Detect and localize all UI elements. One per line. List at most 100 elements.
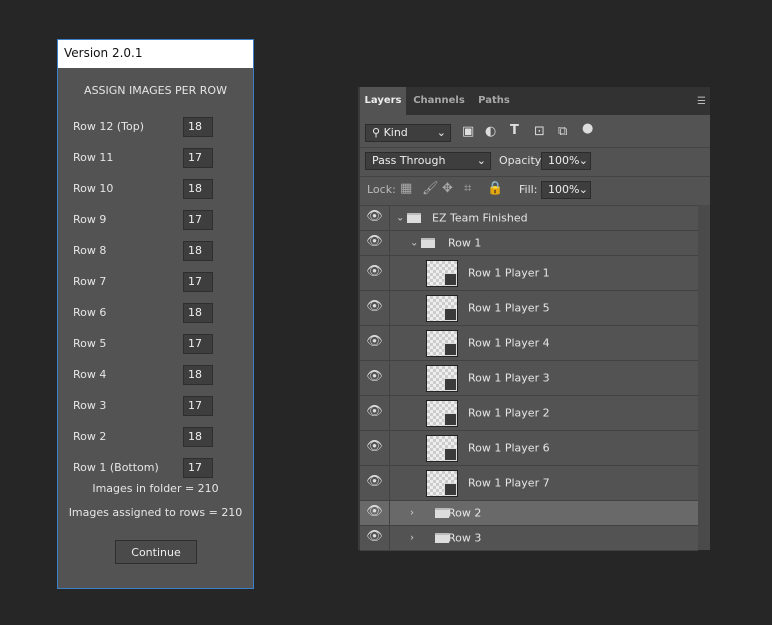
- layer-name: EZ Team Finished: [432, 211, 528, 225]
- chevron-right-icon[interactable]: ›: [410, 508, 414, 519]
- filter-toggle-icon[interactable]: ●: [582, 121, 593, 136]
- fill-label: Fill:: [519, 183, 538, 196]
- row-assignment: Row 12 (Top) 18: [73, 117, 213, 137]
- lock-label: Lock:: [367, 183, 396, 196]
- layer-thumbnail: [426, 260, 458, 287]
- opacity-value: 100%: [548, 154, 580, 167]
- chevron-down-icon: ⌄: [476, 154, 486, 167]
- layer-name: Row 2: [448, 506, 482, 520]
- layer-name: Row 1: [448, 236, 482, 250]
- layer-group[interactable]: 👁 › Row 2: [360, 501, 698, 526]
- folder-icon: [435, 508, 449, 518]
- row-count-input[interactable]: 17: [183, 272, 213, 292]
- lock-all-icon[interactable]: 🔒: [487, 181, 503, 196]
- filter-kind-value: Kind: [383, 126, 408, 139]
- tab-layers[interactable]: Layers: [360, 87, 406, 115]
- lock-brush-icon[interactable]: 🖌: [422, 181, 439, 196]
- layer-item[interactable]: 👁 Row 1 Player 7: [360, 466, 698, 501]
- fill-input[interactable]: 100% ⌄: [541, 181, 591, 199]
- fill-value: 100%: [548, 183, 580, 196]
- continue-button[interactable]: Continue: [115, 540, 197, 564]
- layers-scrollbar[interactable]: [698, 205, 710, 550]
- visibility-eye-icon[interactable]: 👁: [360, 231, 390, 255]
- row-count-input[interactable]: 18: [183, 427, 213, 447]
- blend-mode-value: Pass Through: [372, 154, 446, 167]
- layer-name: Row 1 Player 6: [468, 441, 550, 455]
- smart-object-icon: [444, 413, 457, 426]
- chevron-down-icon[interactable]: ⌄: [410, 238, 418, 249]
- tab-paths[interactable]: Paths: [472, 87, 516, 115]
- row-count-input[interactable]: 18: [183, 365, 213, 385]
- visibility-eye-icon[interactable]: 👁: [360, 466, 390, 500]
- smart-object-icon: [444, 483, 457, 496]
- layer-item[interactable]: 👁 Row 1 Player 2: [360, 396, 698, 431]
- row-label: Row 3: [73, 399, 107, 412]
- blend-mode-select[interactable]: Pass Through ⌄: [365, 152, 491, 170]
- row-label: Row 1 (Bottom): [73, 461, 159, 474]
- smart-object-icon: [444, 343, 457, 356]
- visibility-eye-icon[interactable]: 👁: [360, 326, 390, 360]
- shape-filter-icon[interactable]: ⊡: [534, 124, 545, 139]
- chevron-down-icon: ⌄: [578, 183, 588, 196]
- adjustment-filter-icon[interactable]: ◐: [485, 124, 496, 139]
- dialog-title: Version 2.0.1: [58, 40, 253, 68]
- lock-move-icon[interactable]: ✥: [442, 181, 453, 196]
- lock-artboard-icon[interactable]: ⌗: [464, 181, 471, 196]
- layer-name: Row 1 Player 4: [468, 336, 550, 350]
- opacity-input[interactable]: 100% ⌄: [541, 152, 591, 170]
- row-count-input[interactable]: 17: [183, 334, 213, 354]
- visibility-eye-icon[interactable]: 👁: [360, 206, 390, 230]
- visibility-eye-icon[interactable]: 👁: [360, 396, 390, 430]
- row-assignment: Row 10 18: [73, 179, 213, 199]
- tab-channels[interactable]: Channels: [408, 87, 470, 115]
- row-assignment: Row 3 17: [73, 396, 213, 416]
- lock-transparency-icon[interactable]: ▦: [400, 181, 412, 196]
- visibility-eye-icon[interactable]: 👁: [360, 501, 390, 525]
- type-filter-icon[interactable]: T: [510, 123, 519, 138]
- row-count-input[interactable]: 18: [183, 303, 213, 323]
- row-assignment: Row 2 18: [73, 427, 213, 447]
- row-count-input[interactable]: 17: [183, 210, 213, 230]
- row-assignment: Row 1 (Bottom) 17: [73, 458, 213, 478]
- layer-item[interactable]: 👁 Row 1 Player 4: [360, 326, 698, 361]
- row-count-input[interactable]: 17: [183, 396, 213, 416]
- row-assignment: Row 5 17: [73, 334, 213, 354]
- smart-object-icon: [444, 378, 457, 391]
- row-count-input[interactable]: 18: [183, 179, 213, 199]
- row-label: Row 12 (Top): [73, 120, 145, 133]
- chevron-right-icon[interactable]: ›: [410, 533, 414, 544]
- layer-thumbnail: [426, 400, 458, 427]
- layer-item[interactable]: 👁 Row 1 Player 5: [360, 291, 698, 326]
- row-count-input[interactable]: 18: [183, 117, 213, 137]
- row-count-input[interactable]: 17: [183, 148, 213, 168]
- visibility-eye-icon[interactable]: 👁: [360, 291, 390, 325]
- opacity-label: Opacity:: [499, 154, 545, 167]
- smart-object-filter-icon[interactable]: ⧉: [558, 124, 567, 139]
- layer-thumbnail: [426, 435, 458, 462]
- layers-panel: Layers Channels Paths ☰ ⚲ Kind ⌄ ▣ ◐ T ⊡ …: [358, 87, 710, 551]
- layer-group[interactable]: 👁 ⌄ EZ Team Finished: [360, 206, 698, 231]
- folder-icon: [407, 213, 421, 223]
- visibility-eye-icon[interactable]: 👁: [360, 526, 390, 550]
- layer-group[interactable]: 👁 › Row 3: [360, 526, 698, 551]
- dialog-heading: ASSIGN IMAGES PER ROW: [84, 84, 227, 97]
- layer-item[interactable]: 👁 Row 1 Player 3: [360, 361, 698, 396]
- visibility-eye-icon[interactable]: 👁: [360, 431, 390, 465]
- layer-item[interactable]: 👁 Row 1 Player 6: [360, 431, 698, 466]
- panel-menu-icon[interactable]: ☰: [697, 96, 706, 107]
- layer-group[interactable]: 👁 ⌄ Row 1: [360, 231, 698, 256]
- panel-tabs: Layers Channels Paths ☰: [360, 87, 710, 115]
- smart-object-icon: [444, 308, 457, 321]
- row-count-input[interactable]: 17: [183, 458, 213, 478]
- filter-kind-select[interactable]: ⚲ Kind ⌄: [365, 124, 451, 142]
- row-assignment: Row 6 18: [73, 303, 213, 323]
- visibility-eye-icon[interactable]: 👁: [360, 256, 390, 290]
- row-label: Row 10: [73, 182, 114, 195]
- visibility-eye-icon[interactable]: 👁: [360, 361, 390, 395]
- row-count-input[interactable]: 18: [183, 241, 213, 261]
- chevron-down-icon[interactable]: ⌄: [396, 213, 404, 224]
- layer-name: Row 1 Player 7: [468, 476, 550, 490]
- images-in-folder: Images in folder = 210: [92, 482, 219, 495]
- image-filter-icon[interactable]: ▣: [462, 124, 474, 139]
- layer-item[interactable]: 👁 Row 1 Player 1: [360, 256, 698, 291]
